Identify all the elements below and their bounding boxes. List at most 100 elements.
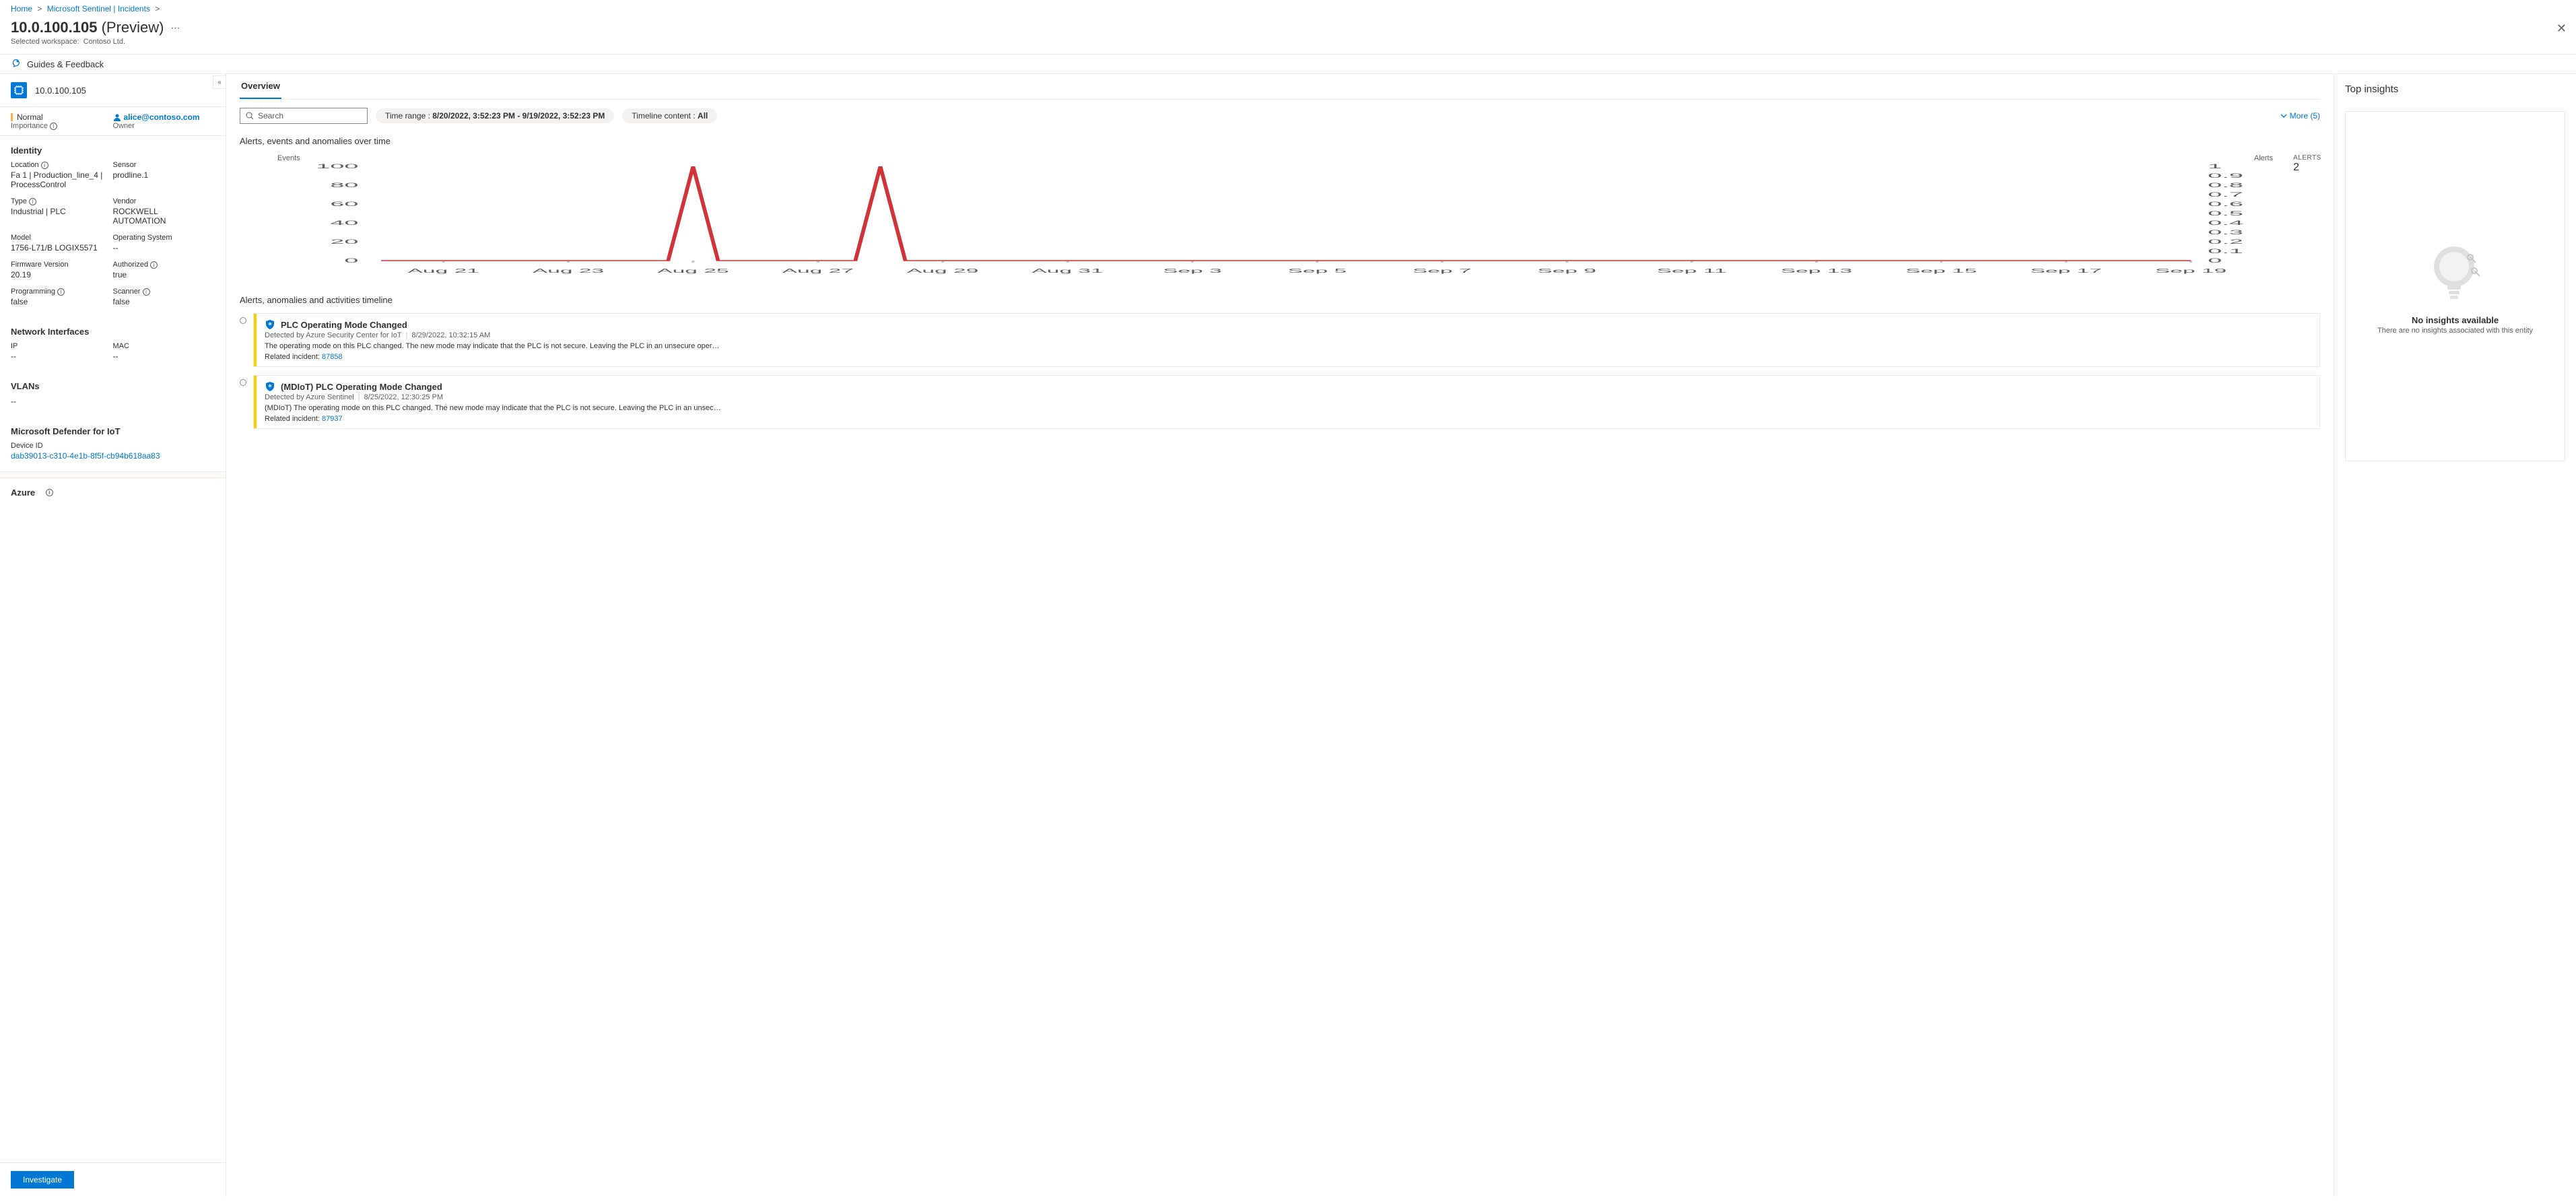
- svg-text:0.6: 0.6: [2208, 201, 2243, 207]
- related-incident-label: Related incident:: [265, 415, 322, 423]
- svg-text:0.3: 0.3: [2208, 229, 2243, 236]
- programming-value: false: [11, 297, 108, 306]
- time-range-pill[interactable]: Time range : 8/20/2022, 3:52:23 PM - 9/1…: [376, 108, 614, 123]
- events-axis-label: Events: [277, 154, 300, 162]
- guides-feedback-button[interactable]: Guides & Feedback: [27, 59, 104, 69]
- close-icon[interactable]: ✕: [2556, 22, 2567, 36]
- scanner-label: Scanner: [113, 288, 141, 296]
- type-label: Type: [11, 197, 27, 205]
- vendor-value: ROCKWELL AUTOMATION: [113, 207, 210, 226]
- related-incident-link[interactable]: 87937: [322, 415, 343, 423]
- svg-text:0.8: 0.8: [2208, 182, 2243, 189]
- svg-text:Sep 13: Sep 13: [1781, 268, 1852, 274]
- breadcrumb-home[interactable]: Home: [11, 4, 32, 13]
- timeline-detected-by: Detected by Azure Security Center for Io…: [265, 331, 402, 339]
- tab-overview[interactable]: Overview: [240, 74, 281, 99]
- info-icon[interactable]: i: [46, 489, 53, 496]
- timeline-time: 8/25/2022, 12:30:25 PM: [364, 393, 443, 401]
- person-icon: [113, 113, 121, 121]
- chevron-down-icon: [2280, 112, 2287, 119]
- vendor-label: Vendor: [113, 197, 210, 205]
- timeline-item[interactable]: (MDIoT) PLC Operating Mode Changed Detec…: [240, 375, 2320, 429]
- os-label: Operating System: [113, 234, 210, 242]
- sensor-value: prodline.1: [113, 170, 210, 180]
- more-filters-link[interactable]: More (5): [2280, 111, 2320, 121]
- alerts-kpi-value: 2: [2293, 162, 2321, 174]
- timeline-list: PLC Operating Mode Changed Detected by A…: [240, 313, 2320, 429]
- svg-text:Sep 11: Sep 11: [1657, 268, 1727, 274]
- svg-text:Aug 29: Aug 29: [907, 268, 978, 274]
- workspace-name: Contoso Ltd.: [83, 38, 125, 46]
- alerts-kpi-label: ALERTS: [2293, 154, 2321, 162]
- more-actions-icon[interactable]: ⋯: [171, 22, 180, 34]
- info-icon[interactable]: i: [150, 261, 158, 269]
- insights-title: Top insights: [2345, 74, 2565, 111]
- investigate-button[interactable]: Investigate: [11, 1171, 74, 1189]
- svg-text:100: 100: [316, 163, 358, 170]
- timeline-radio[interactable]: [240, 379, 246, 386]
- breadcrumb: Home > Microsoft Sentinel | Incidents >: [0, 0, 2576, 18]
- model-value: 1756-L71/B LOGIX5571: [11, 243, 108, 253]
- svg-text:Aug 21: Aug 21: [407, 268, 479, 274]
- timeline-description: (MDIoT) The operating mode on this PLC c…: [265, 404, 722, 412]
- timeline-radio[interactable]: [240, 317, 246, 324]
- breadcrumb-sentinel[interactable]: Microsoft Sentinel | Incidents: [47, 4, 150, 13]
- timeline-detected-by: Detected by Azure Sentinel: [265, 393, 354, 401]
- events-alerts-chart: Events Alerts 02040608010000.10.20.30.40…: [240, 154, 2276, 279]
- svg-text:Sep 7: Sep 7: [1413, 268, 1472, 274]
- shield-icon: [265, 319, 275, 330]
- info-icon[interactable]: i: [143, 288, 150, 296]
- location-value: Fa 1 | Production_line_4 | ProcessContro…: [11, 170, 108, 189]
- svg-text:0.7: 0.7: [2208, 191, 2243, 198]
- model-label: Model: [11, 234, 108, 242]
- svg-text:80: 80: [330, 182, 358, 189]
- info-icon[interactable]: i: [41, 162, 48, 169]
- importance-label: Importance: [11, 122, 48, 130]
- svg-text:Sep 19: Sep 19: [2155, 268, 2227, 274]
- authorized-label: Authorized: [113, 261, 149, 269]
- info-icon[interactable]: i: [57, 288, 65, 296]
- insights-none-subtitle: There are no insights associated with th…: [2377, 327, 2533, 335]
- vlans-value: --: [11, 397, 209, 406]
- network-section-title: Network Interfaces: [0, 317, 226, 342]
- svg-text:Sep 17: Sep 17: [2030, 268, 2101, 274]
- search-input[interactable]: Search: [240, 108, 368, 124]
- sensor-label: Sensor: [113, 161, 210, 169]
- timeline-section-title: Alerts, anomalies and activities timelin…: [240, 295, 2320, 305]
- breadcrumb-separator: >: [37, 4, 42, 13]
- severity-indicator: [11, 113, 13, 121]
- timeline-time: 8/29/2022, 10:32:15 AM: [411, 331, 490, 339]
- owner-label: Owner: [113, 122, 215, 130]
- search-icon: [246, 112, 254, 120]
- info-icon[interactable]: i: [29, 198, 36, 205]
- identity-section-title: Identity: [0, 136, 226, 161]
- svg-text:Aug 31: Aug 31: [1031, 268, 1103, 274]
- divider: [0, 471, 226, 478]
- timeline-item[interactable]: PLC Operating Mode Changed Detected by A…: [240, 313, 2320, 367]
- workspace-label: Selected workspace:: [11, 38, 79, 46]
- owner-link[interactable]: alice@contoso.com: [124, 112, 200, 122]
- scanner-value: false: [113, 297, 210, 306]
- svg-text:0.1: 0.1: [2208, 248, 2243, 255]
- svg-text:Aug 27: Aug 27: [782, 268, 854, 274]
- timeline-content-pill[interactable]: Timeline content : All: [622, 108, 717, 123]
- svg-text:0: 0: [2208, 257, 2222, 264]
- info-icon[interactable]: i: [50, 123, 57, 130]
- firmware-value: 20.19: [11, 270, 108, 279]
- insights-none-title: No insights available: [2412, 315, 2499, 325]
- related-incident-link[interactable]: 87858: [322, 353, 343, 361]
- svg-text:1: 1: [2208, 163, 2222, 170]
- svg-text:Aug 25: Aug 25: [657, 268, 728, 274]
- page-header: 10.0.100.105 (Preview) ⋯ Selected worksp…: [0, 18, 2576, 54]
- svg-text:0.9: 0.9: [2208, 172, 2243, 179]
- azure-section-title: Azure: [11, 488, 35, 498]
- svg-text:Sep 3: Sep 3: [1163, 268, 1222, 274]
- mac-label: MAC: [113, 342, 210, 350]
- device-id-link[interactable]: dab39013-c310-4e1b-8f5f-cb94b618aa83: [11, 451, 160, 461]
- device-chip-icon: [11, 82, 27, 98]
- collapse-panel-icon[interactable]: «: [213, 75, 226, 89]
- svg-text:Sep 15: Sep 15: [1905, 268, 1977, 274]
- ip-label: IP: [11, 342, 108, 350]
- location-label: Location: [11, 161, 39, 169]
- chart-title: Alerts, events and anomalies over time: [240, 136, 2320, 146]
